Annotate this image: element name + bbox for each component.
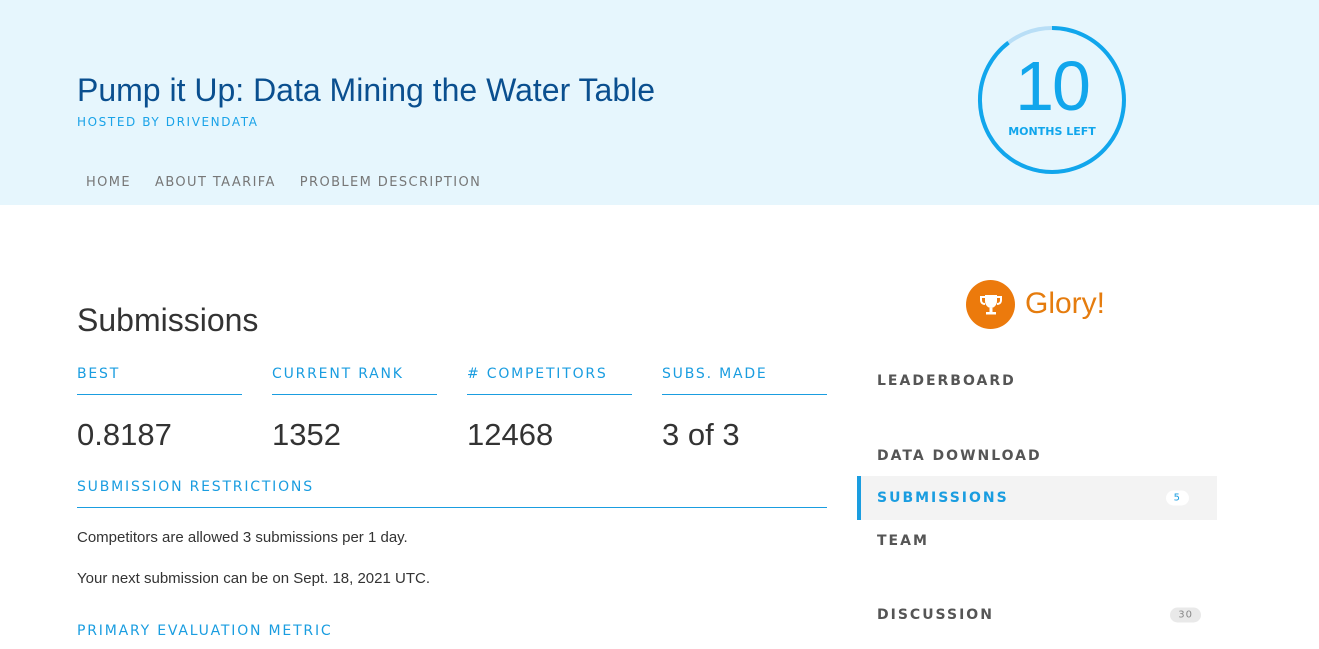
section-title: Submissions <box>77 302 259 338</box>
nav-about-taarifa-link[interactable]: ABOUT TAARIFA <box>155 175 276 190</box>
sidebar-item-data-download[interactable]: DATA DOWNLOAD <box>857 434 1217 478</box>
hosted-by-label: HOSTED BY DRIVENDATA <box>77 115 259 129</box>
discussion-count-badge: 30 <box>1170 607 1201 623</box>
sidebar-item-label: SUBMISSIONS <box>877 490 1009 506</box>
next-submission-text: Your next submission can be on Sept. 18,… <box>77 570 430 587</box>
trophy-icon <box>966 279 1015 329</box>
nav-home-link[interactable]: HOME <box>86 175 131 190</box>
sidebar-item-team[interactable]: TEAM <box>857 519 1217 563</box>
countdown-timer: 10 MONTHS LEFT <box>976 24 1128 176</box>
stat-label: CURRENT RANK <box>272 366 437 395</box>
sidebar-item-label: LEADERBOARD <box>877 373 1016 389</box>
stat-value: 12468 <box>467 417 554 452</box>
competition-nav: HOME ABOUT TAARIFA PROBLEM DESCRIPTION <box>86 175 505 190</box>
sidebar-item-discussion[interactable]: DISCUSSION 30 <box>857 593 1217 637</box>
sidebar-item-label: DATA DOWNLOAD <box>877 448 1042 464</box>
stat-competitors: # COMPETITORS 12468 <box>467 366 632 453</box>
sidebar-item-leaderboard[interactable]: LEADERBOARD <box>857 359 1217 403</box>
stat-value: 0.8187 <box>77 417 172 452</box>
submissions-count-badge: 5 <box>1165 490 1189 506</box>
nav-problem-description-link[interactable]: PROBLEM DESCRIPTION <box>300 175 481 190</box>
prize-badge: Glory! <box>966 279 1105 329</box>
competition-header: Pump it Up: Data Mining the Water Table … <box>0 0 1319 205</box>
sidebar-item-label: DISCUSSION <box>877 607 994 623</box>
prize-text: Glory! <box>1025 287 1106 320</box>
restriction-text: Competitors are allowed 3 submissions pe… <box>77 529 408 546</box>
stat-best: BEST 0.8187 <box>77 366 242 453</box>
stat-value: 3 of 3 <box>662 417 740 452</box>
stat-label: # COMPETITORS <box>467 366 632 395</box>
countdown-number: 10 <box>1015 47 1091 125</box>
sidebar-item-label: TEAM <box>877 533 929 549</box>
stat-label: SUBS. MADE <box>662 366 827 395</box>
stat-subs-made: SUBS. MADE 3 of 3 <box>662 366 827 453</box>
stat-value: 1352 <box>272 417 341 452</box>
stat-current-rank: CURRENT RANK 1352 <box>272 366 437 453</box>
countdown-label: MONTHS LEFT <box>1008 125 1096 138</box>
stat-label: BEST <box>77 366 242 395</box>
sidebar-item-submissions[interactable]: SUBMISSIONS 5 <box>857 476 1217 520</box>
submission-restrictions-heading: SUBMISSION RESTRICTIONS <box>77 479 827 508</box>
competition-title: Pump it Up: Data Mining the Water Table <box>77 72 656 108</box>
primary-evaluation-metric-heading: PRIMARY EVALUATION METRIC <box>77 623 333 639</box>
